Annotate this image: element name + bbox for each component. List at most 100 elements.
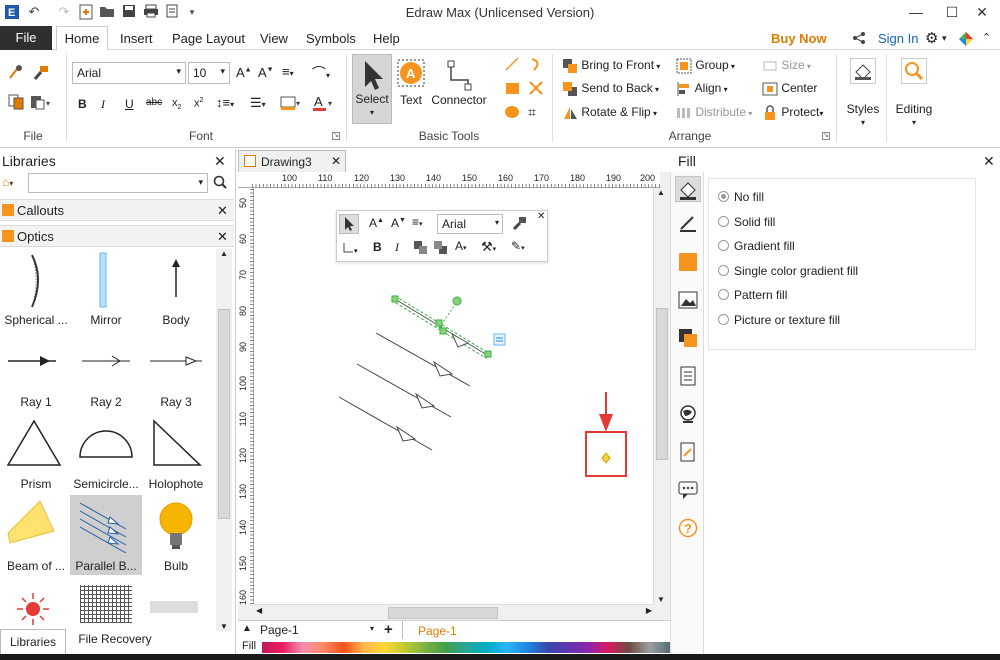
settings-gear-icon[interactable]: ⚙ (925, 29, 938, 47)
shape-action-icon[interactable] (493, 333, 506, 346)
scroll-down-icon[interactable]: ▼ (657, 595, 665, 604)
library-category-optics[interactable]: Optics ✕ (0, 225, 234, 247)
tab-libraries[interactable]: Libraries (0, 629, 66, 654)
rotate-handle[interactable] (452, 296, 462, 306)
shape-mirror[interactable]: Mirror (70, 251, 142, 331)
fill-panel-icon[interactable] (675, 176, 701, 202)
library-search-input[interactable]: ▾ (28, 173, 208, 193)
scroll-up-icon[interactable]: ▲ (220, 249, 228, 258)
share-icon[interactable] (852, 31, 866, 48)
scrollbar-thumb[interactable] (218, 309, 230, 519)
arrange-dialog-launcher-icon[interactable]: ↘ (822, 132, 830, 140)
scrollbar-thumb[interactable] (656, 308, 668, 460)
layers-icon[interactable] (678, 328, 698, 348)
protect-button[interactable]: Protect▾ (762, 105, 823, 121)
document-tab[interactable]: Drawing3 ✕ (238, 150, 346, 172)
bold-icon[interactable]: B (373, 240, 382, 254)
line-tool-icon[interactable] (504, 56, 520, 75)
comment-icon[interactable] (678, 480, 698, 500)
format-brush-icon[interactable] (511, 215, 527, 234)
styles-button[interactable]: Styles ▾ (842, 56, 884, 136)
send-to-back-button[interactable]: Send to Back ▾ (562, 81, 659, 97)
font-family-select[interactable]: Arial ▾ (72, 62, 186, 84)
ellipse-tool-icon[interactable] (504, 104, 520, 123)
text-align-icon[interactable]: ≡▾ (282, 64, 294, 79)
font-color-icon[interactable]: A▾ (455, 239, 467, 253)
color-swatches[interactable] (262, 642, 670, 653)
shape-beam-of-light[interactable]: Beam of ... (0, 497, 72, 577)
collapse-ribbon-icon[interactable]: ⌃ (982, 31, 991, 44)
shape-prism[interactable]: Prism (0, 417, 72, 497)
scroll-down-icon[interactable]: ▼ (220, 622, 228, 631)
float-font-select[interactable]: Arial ▾ (437, 214, 503, 234)
shape-ray-2[interactable]: Ray 2 (70, 339, 142, 413)
grow-font-icon[interactable]: A▲ (369, 216, 384, 230)
ray-shape[interactable] (338, 396, 433, 451)
fill-option-label[interactable]: Pattern fill (734, 288, 787, 302)
scroll-left-icon[interactable]: ◀ (256, 606, 262, 615)
group-button[interactable]: Group ▾ (676, 58, 735, 74)
fill-radio-picture-texture[interactable] (718, 314, 729, 325)
center-button[interactable]: Center (762, 81, 817, 97)
connector-style-icon[interactable]: ▾ (341, 240, 361, 259)
sign-in-link[interactable]: Sign In (878, 31, 918, 46)
size-button[interactable]: Size ▾ (762, 58, 811, 74)
shape-parallel-beams[interactable]: Parallel B... (70, 495, 142, 575)
align-button[interactable]: Align ▾ (676, 81, 728, 97)
maximize-button[interactable]: ☐ (938, 2, 966, 22)
libraries-scrollbar[interactable]: ▲ ▼ (216, 249, 232, 631)
resize-handle[interactable] (435, 319, 443, 327)
editing-button[interactable]: Editing ▾ (892, 56, 936, 136)
tab-insert[interactable]: Insert (120, 31, 153, 46)
fill-radio-solid-fill[interactable] (718, 216, 729, 227)
shape-bulb[interactable]: Bulb (140, 497, 212, 577)
text-curve-icon[interactable]: ⌒▾ (312, 63, 330, 83)
connector-tool-button[interactable]: Connector (430, 54, 488, 120)
shape-grid-pattern[interactable] (80, 585, 132, 623)
canvas-vertical-scrollbar[interactable]: ▲ ▼ (653, 188, 669, 604)
help-icon[interactable]: ? (678, 518, 698, 538)
shape-ray-1[interactable]: Ray 1 (0, 339, 72, 413)
page-select[interactable]: Page-1 ▾ (260, 623, 376, 639)
font-size-select[interactable]: 10 ▾ (188, 62, 230, 84)
arc-tool-icon[interactable] (528, 56, 544, 75)
shape-light-source[interactable] (10, 589, 56, 632)
file-menu[interactable]: File (0, 26, 52, 50)
library-home-icon[interactable]: ⌂▾ (2, 175, 13, 189)
fill-option-label[interactable]: Gradient fill (734, 239, 795, 253)
tools-icon[interactable]: ⚒▾ (481, 239, 496, 255)
fill-option-label[interactable]: Single color gradient fill (734, 264, 858, 278)
tab-view[interactable]: View (260, 31, 288, 46)
shrink-font-icon[interactable]: A▼ (258, 65, 274, 80)
fill-radio-pattern-fill[interactable] (718, 289, 729, 300)
text-tool-button[interactable]: A Text (396, 54, 426, 120)
resize-handle[interactable] (484, 350, 492, 358)
page-tab-active[interactable]: Page-1 (418, 624, 457, 638)
edit-shape-icon[interactable]: ✎▾ (511, 239, 525, 253)
text-align-icon[interactable]: ≡▾ (412, 215, 423, 229)
bullets-icon[interactable]: ☰▾ (250, 95, 266, 111)
shape-body[interactable]: Body (140, 251, 212, 331)
close-icon[interactable]: ✕ (217, 229, 228, 245)
canvas-horizontal-scrollbar[interactable]: ◀ ▶ (254, 604, 654, 620)
tab-symbols[interactable]: Symbols (306, 31, 356, 46)
add-page-icon[interactable]: + (384, 621, 393, 638)
font-color-icon[interactable]: A▾ (312, 94, 336, 115)
bring-to-front-button[interactable]: Bring to Front ▾ (562, 58, 660, 74)
pointer-icon[interactable] (339, 214, 359, 234)
tab-file-recovery[interactable]: File Recovery (70, 632, 160, 646)
buy-now-link[interactable]: Buy Now (771, 31, 827, 46)
fill-option-label[interactable]: Picture or texture fill (734, 313, 840, 327)
resize-handle[interactable] (391, 295, 399, 303)
format-painter-icon[interactable] (32, 64, 50, 83)
shape-ray-3[interactable]: Ray 3 (140, 339, 212, 413)
close-icon[interactable]: ✕ (331, 154, 341, 168)
cross-tool-icon[interactable] (528, 80, 544, 99)
close-button[interactable]: ✕ (968, 2, 996, 22)
underline-icon[interactable]: U (125, 97, 134, 111)
bring-to-front-icon[interactable] (413, 240, 429, 259)
italic-icon[interactable]: I (395, 240, 399, 255)
tab-help[interactable]: Help (373, 31, 400, 46)
search-icon[interactable] (213, 175, 227, 192)
fill-option-label[interactable]: Solid fill (734, 215, 775, 229)
